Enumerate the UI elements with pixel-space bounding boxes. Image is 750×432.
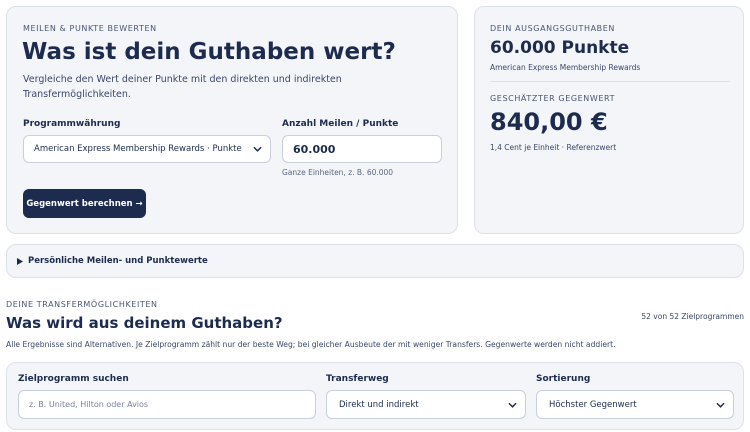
chevron-down-icon <box>716 402 725 408</box>
transfers-eyebrow: DEINE TRANSFERMÖGLICHKEITEN <box>6 300 158 309</box>
route-select-value: Direkt und indirekt <box>339 399 419 410</box>
program-select-value: American Express Membership Rewards · Pu… <box>34 144 242 154</box>
search-input-placeholder: z. B. United, Hilton oder Avios <box>29 400 149 409</box>
personal-values-toggle[interactable]: Persönliche Meilen- und Punktewerte <box>6 244 744 278</box>
calculator-description: Vergleiche den Wert deiner Punkte mit de… <box>23 74 342 100</box>
route-select[interactable]: Direkt und indirekt <box>326 390 526 419</box>
sort-label: Sortierung <box>536 374 591 384</box>
route-label: Transferweg <box>326 374 389 384</box>
summary-card: DEIN AUSGANGSGUTHABEN 60.000 Punkte Amer… <box>474 6 744 234</box>
calculator-eyebrow: MEILEN & PUNKTE BEWERTEN <box>23 24 157 33</box>
calculator-card: MEILEN & PUNKTE BEWERTEN Was ist dein Gu… <box>6 6 458 234</box>
page-title: Was ist dein Guthaben wert? <box>22 39 396 65</box>
calculate-button-label: Gegenwert berechnen → <box>26 198 143 209</box>
calculate-button[interactable]: Gegenwert berechnen → <box>23 189 146 218</box>
personal-values-label: Persönliche Meilen- und Punktewerte <box>28 256 208 266</box>
balance-program: American Express Membership Rewards <box>490 63 641 72</box>
amount-field-value: 60.000 <box>293 142 336 156</box>
value-eyebrow: GESCHÄTZTER GEGENWERT <box>490 94 616 103</box>
search-label: Zielprogramm suchen <box>18 374 129 384</box>
sort-select[interactable]: Höchster Gegenwert <box>536 390 734 419</box>
amount-hint: Ganze Einheiten, z. B. 60.000 <box>282 168 394 177</box>
value-amount: 840,00 € <box>490 108 608 136</box>
search-input[interactable]: z. B. United, Hilton oder Avios <box>18 390 316 419</box>
summary-divider <box>490 81 730 82</box>
chevron-down-icon <box>508 402 517 408</box>
amount-label: Anzahl Meilen / Punkte <box>282 119 399 129</box>
transfers-title: Was wird aus deinem Guthaben? <box>6 314 283 332</box>
triangle-right-icon <box>17 257 23 265</box>
balance-eyebrow: DEIN AUSGANGSGUTHABEN <box>490 24 615 33</box>
transfers-note: Alle Ergebnisse sind Alternativen. Je Zi… <box>6 340 616 349</box>
chevron-down-icon <box>253 146 262 152</box>
program-select[interactable]: American Express Membership Rewards · Pu… <box>23 135 271 163</box>
program-label: Programmwährung <box>23 119 121 129</box>
value-note: 1,4 Cent je Einheit · Referenzwert <box>490 143 617 152</box>
filter-card: Zielprogramm suchen z. B. United, Hilton… <box>6 362 744 430</box>
sort-select-value: Höchster Gegenwert <box>549 399 637 410</box>
transfers-count: 52 von 52 Zielprogrammen <box>641 312 744 321</box>
balance-value: 60.000 Punkte <box>490 38 630 58</box>
amount-field[interactable]: 60.000 <box>282 135 442 163</box>
